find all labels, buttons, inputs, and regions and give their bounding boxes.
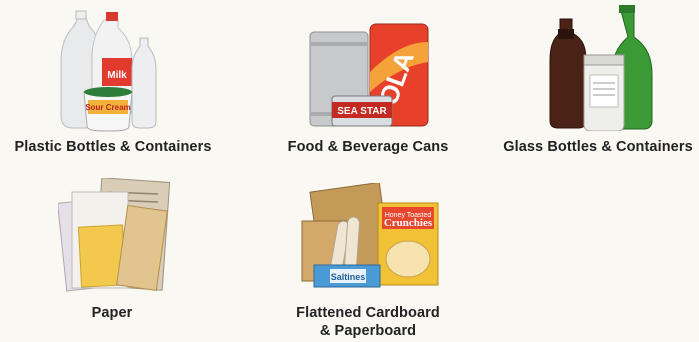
saltines-text: Saltines [331, 272, 366, 282]
sour-cream-label: Sour Cream [85, 103, 130, 112]
category-label: Plastic Bottles & Containers [14, 139, 212, 155]
milk-label: Milk [107, 70, 127, 81]
category-label: Glass Bottles & Containers [503, 139, 693, 155]
paper-stack-image [58, 178, 170, 292]
cardboard-image: Honey Toasted Crunchies Saltines [301, 183, 439, 288]
tuna-text: SEA STAR [337, 106, 387, 117]
category-label: Paper [91, 305, 133, 321]
cereal-text: Crunchies [384, 217, 433, 229]
plastic-bottles-image: Milk Sour Cream [60, 10, 157, 132]
cans-image: OLA SEA STAR [309, 23, 429, 127]
category-label: Food & Beverage Cans [287, 139, 449, 155]
category-label-line1: Flattened Cardboard [296, 305, 440, 321]
glass-bottles-image [549, 5, 653, 131]
category-label-line2: & Paperboard [319, 323, 417, 339]
